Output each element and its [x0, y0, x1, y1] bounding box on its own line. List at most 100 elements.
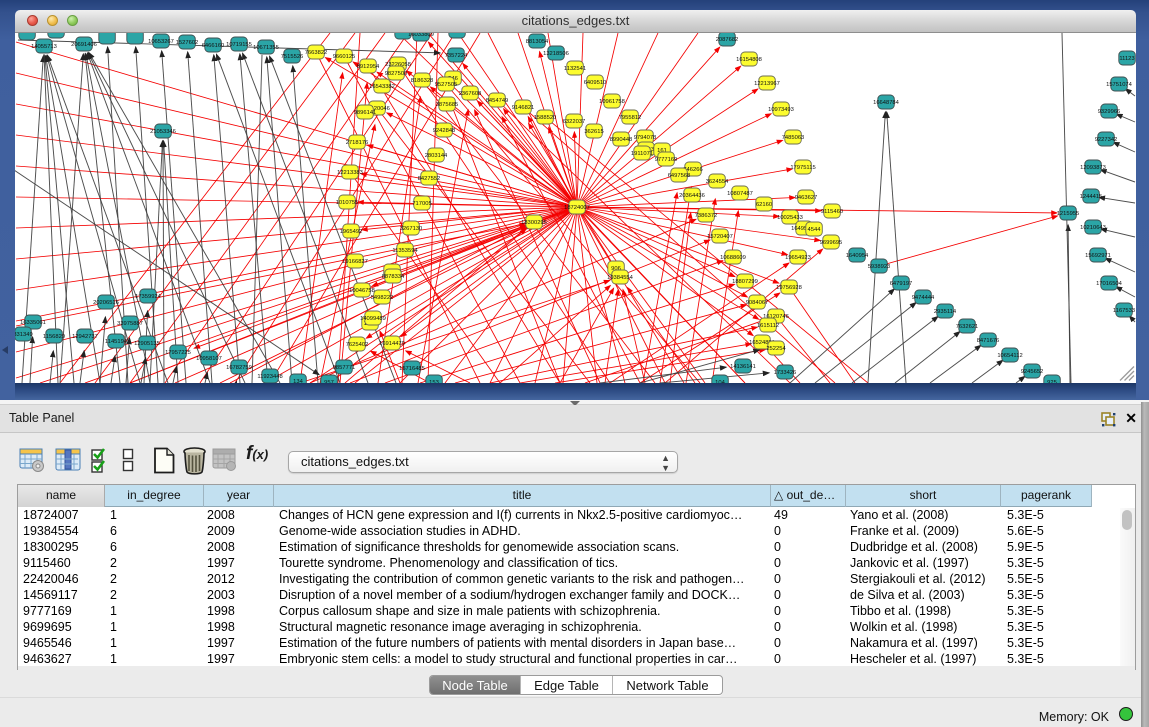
- svg-text:2718176: 2718176: [346, 140, 369, 146]
- svg-text:362615: 362615: [584, 129, 603, 135]
- svg-text:7485063: 7485063: [782, 135, 805, 141]
- svg-text:10973493: 10973493: [768, 107, 794, 113]
- svg-text:10961758: 10961758: [599, 99, 625, 105]
- svg-text:11123: 11123: [1119, 56, 1134, 62]
- svg-text:2367608: 2367608: [459, 91, 482, 97]
- svg-text:10807487: 10807487: [727, 191, 753, 197]
- svg-text:1010755: 1010755: [336, 200, 359, 206]
- svg-text:11923448: 11923448: [257, 374, 282, 380]
- svg-text:7632621: 7632621: [956, 324, 979, 330]
- svg-text:6497568: 6497568: [668, 173, 691, 179]
- svg-text:6479197: 6479197: [890, 281, 913, 287]
- svg-text:10719155: 10719155: [226, 42, 252, 48]
- svg-text:9329966: 9329966: [1098, 109, 1121, 115]
- svg-text:7663822: 7663822: [305, 50, 328, 56]
- svg-text:7625402: 7625402: [346, 342, 369, 348]
- svg-text:252254: 252254: [766, 346, 786, 352]
- svg-text:14099489: 14099489: [360, 316, 386, 322]
- svg-text:18300295: 18300295: [521, 220, 547, 226]
- svg-text:19166827: 19166827: [342, 259, 368, 265]
- svg-text:1145194: 1145194: [105, 339, 128, 345]
- svg-text:9463627: 9463627: [795, 195, 818, 201]
- svg-text:16543382: 16543382: [369, 84, 395, 90]
- svg-text:20691406: 20691406: [71, 42, 97, 48]
- svg-text:19756928: 19756928: [776, 285, 802, 291]
- svg-text:8813054: 8813054: [526, 39, 549, 45]
- svg-text:9527505: 9527505: [435, 82, 458, 88]
- svg-text:16154808: 16154808: [736, 57, 762, 63]
- svg-text:2803144: 2803144: [425, 153, 448, 159]
- svg-text:10671355: 10671355: [253, 45, 279, 51]
- svg-text:1244415: 1244415: [1080, 194, 1103, 200]
- svg-text:7357224: 7357224: [445, 53, 468, 59]
- svg-text:15692971: 15692971: [1085, 253, 1111, 259]
- svg-text:9827500: 9827500: [385, 71, 408, 77]
- svg-text:9245652: 9245652: [1021, 369, 1044, 375]
- svg-text:15720407: 15720407: [707, 234, 733, 240]
- svg-text:9146821: 9146821: [512, 105, 535, 111]
- svg-text:16782759: 16782759: [226, 365, 252, 371]
- svg-text:9699695: 9699695: [820, 240, 843, 246]
- svg-text:11353594: 11353594: [392, 248, 418, 254]
- svg-text:1640954: 1640954: [846, 253, 869, 259]
- svg-text:18807299: 18807299: [732, 279, 758, 285]
- svg-text:62160: 62160: [756, 202, 772, 208]
- svg-text:1215955: 1215955: [1057, 211, 1080, 217]
- svg-text:19384554: 19384554: [607, 275, 634, 281]
- svg-text:17016504: 17016504: [1096, 281, 1123, 287]
- svg-text:10046758: 10046758: [349, 288, 375, 294]
- svg-text:16033809: 16033809: [408, 33, 434, 38]
- svg-text:9227342: 9227342: [1095, 137, 1118, 143]
- svg-text:12093873: 12093873: [1080, 165, 1106, 171]
- svg-text:1733426: 1733426: [774, 370, 797, 376]
- svg-text:20206516: 20206516: [93, 300, 119, 306]
- svg-text:17957225: 17957225: [165, 350, 191, 356]
- svg-text:9660125: 9660125: [333, 54, 356, 60]
- svg-text:1911071: 1911071: [631, 151, 653, 157]
- svg-text:3267130: 3267130: [400, 226, 423, 232]
- svg-text:13218506: 13218506: [543, 51, 569, 57]
- svg-text:10688609: 10688609: [720, 255, 746, 261]
- svg-text:9474444: 9474444: [912, 295, 935, 301]
- svg-text:14055713: 14055713: [31, 44, 57, 50]
- svg-text:6322037: 6322037: [563, 119, 586, 125]
- svg-text:10653267: 10653267: [148, 39, 174, 45]
- svg-text:16914479: 16914479: [379, 341, 405, 347]
- svg-text:19654923: 19654923: [785, 255, 811, 261]
- svg-text:8454749: 8454749: [486, 98, 509, 104]
- svg-text:9857771: 9857771: [333, 365, 356, 371]
- svg-text:10210643: 10210643: [1080, 225, 1106, 231]
- svg-text:9115460: 9115460: [821, 209, 843, 215]
- svg-text:17975115: 17975115: [790, 165, 815, 171]
- svg-text:331349: 331349: [15, 332, 33, 338]
- svg-text:2087682: 2087682: [716, 37, 739, 43]
- svg-text:16648784: 16648784: [873, 100, 900, 106]
- svg-text:21053346: 21053346: [150, 129, 176, 135]
- svg-text:8878334: 8878334: [382, 274, 405, 280]
- svg-text:8912954: 8912954: [357, 64, 380, 70]
- svg-text:1588520: 1588520: [534, 115, 557, 121]
- svg-text:9777169: 9777169: [655, 157, 678, 163]
- svg-text:33975887: 33975887: [117, 321, 143, 327]
- svg-text:3875685: 3875685: [436, 102, 459, 108]
- svg-text:15716485: 15716485: [399, 366, 425, 372]
- svg-text:17359924: 17359924: [135, 294, 162, 300]
- svg-text:5938923: 5938923: [868, 264, 891, 270]
- svg-text:5498222: 5498222: [371, 295, 394, 301]
- svg-text:1965492: 1965492: [340, 229, 363, 235]
- svg-text:7386372: 7386372: [695, 213, 718, 219]
- svg-text:9242848: 9242848: [433, 128, 456, 134]
- svg-text:6409510: 6409510: [584, 80, 607, 86]
- svg-text:1527602: 1527602: [176, 40, 199, 46]
- svg-text:7955812: 7955812: [619, 115, 642, 121]
- svg-text:20364436: 20364436: [679, 193, 705, 199]
- svg-text:8471676: 8471676: [977, 338, 1000, 344]
- svg-text:12942737: 12942737: [72, 334, 98, 340]
- svg-text:18724007: 18724007: [564, 205, 590, 211]
- svg-text:12213383: 12213383: [337, 170, 363, 176]
- svg-text:10654112: 10654112: [997, 353, 1022, 359]
- svg-text:10958107: 10958107: [196, 356, 222, 362]
- svg-text:9084067: 9084067: [746, 300, 769, 306]
- svg-text:3624554: 3624554: [706, 179, 729, 185]
- svg-text:15751074: 15751074: [1106, 82, 1133, 88]
